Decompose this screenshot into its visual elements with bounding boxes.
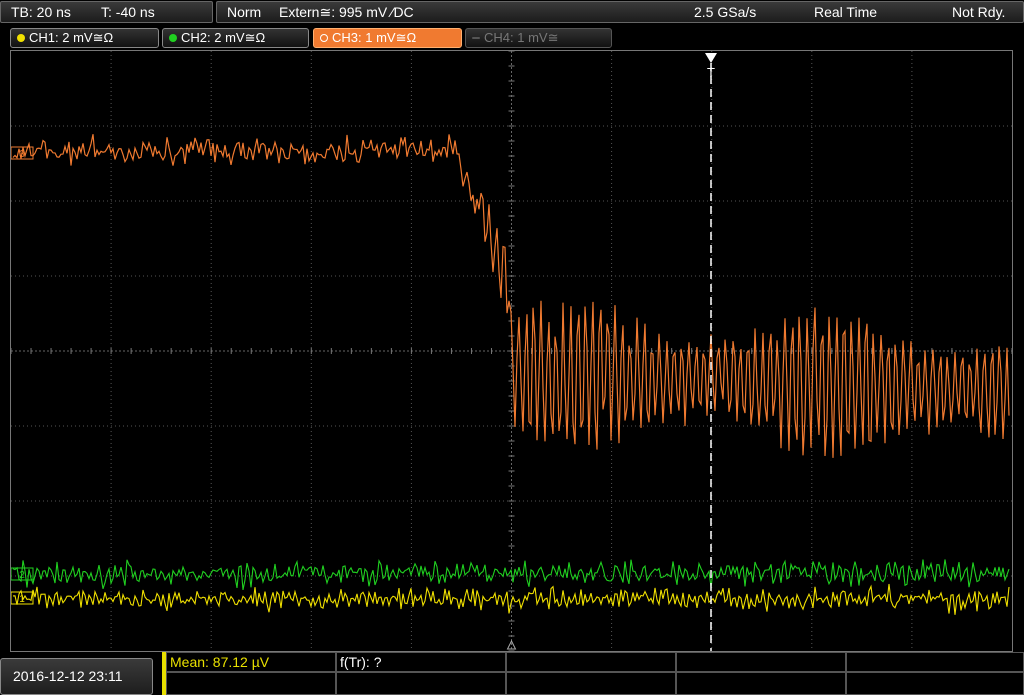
channel-3-label: CH3: 1 mV≅Ω: [332, 30, 417, 45]
graticule: [11, 51, 1012, 651]
date-time-display[interactable]: 2016-12-12 23:11: [0, 658, 153, 695]
measurement-cell-5[interactable]: [846, 652, 1024, 672]
channel-3-dot-icon: [320, 34, 328, 42]
ch1-level-marker-text: 1: [19, 594, 25, 605]
mean-cell[interactable]: Mean: 87.12 µV: [166, 652, 336, 672]
traces: [12, 134, 1010, 615]
measurement-cell-8[interactable]: [506, 672, 676, 695]
channel-1-dot-icon: [17, 34, 25, 42]
ftr-measurement: f(Tr): ?: [340, 654, 382, 670]
channel-1-label: CH1: 2 mV≅Ω: [29, 30, 114, 45]
measurement-cell-7[interactable]: [336, 672, 506, 695]
sample-rate: 2.5 GSa/s: [694, 4, 757, 20]
channel-2-label: CH2: 2 mV≅Ω: [181, 30, 266, 45]
channel-4-dot-icon: [472, 37, 480, 39]
status-bar: TB: 20 ns T: -40 ns Norm Extern≅: 995 mV…: [0, 0, 1024, 25]
timebase-value: TB: 20 ns: [11, 4, 71, 20]
trigger-source: Extern≅: 995 mV ⁄DC: [279, 4, 414, 20]
ch1-level-marker: 1: [11, 591, 34, 605]
bottom-bar: 2016-12-12 23:11 Mean: 87.12 µV f(Tr): ?: [0, 652, 1024, 695]
waveform-display[interactable]: T 3 2 1: [10, 50, 1013, 652]
channel-1-button[interactable]: CH1: 2 mV≅Ω: [10, 28, 159, 48]
trigger-position-arrow-icon: [705, 53, 717, 63]
trigger-acquisition-panel[interactable]: Norm Extern≅: 995 mV ⁄DC 2.5 GSa/s Real …: [216, 1, 1024, 23]
ch2-level-marker-text: 2: [19, 570, 25, 581]
timebase-panel[interactable]: TB: 20 ns T: -40 ns: [0, 1, 213, 23]
measurement-cell-3[interactable]: [506, 652, 676, 672]
measurement-cell-9[interactable]: [676, 672, 846, 695]
ftr-cell[interactable]: f(Tr): ?: [336, 652, 506, 672]
measurement-cell-6[interactable]: [166, 672, 336, 695]
channel-3-button[interactable]: CH3: 1 mV≅Ω: [313, 28, 462, 48]
channel-2-dot-icon: [169, 34, 177, 42]
measurement-panel[interactable]: Mean: 87.12 µV f(Tr): ?: [162, 652, 1024, 695]
waveform-plot: T 3 2 1: [11, 51, 1012, 651]
channel-4-label: CH4: 1 mV≅: [484, 30, 559, 45]
trigger-label: T: [707, 65, 715, 80]
trigger-offset-value: T: -40 ns: [101, 4, 155, 20]
channel-2-button[interactable]: CH2: 2 mV≅Ω: [162, 28, 309, 48]
mean-measurement: Mean: 87.12 µV: [170, 654, 270, 670]
acquisition-mode: Real Time: [814, 4, 878, 20]
measurement-cell-4[interactable]: [676, 652, 846, 672]
channel-bar: CH1: 2 mV≅Ω CH2: 2 mV≅Ω CH3: 1 mV≅Ω CH4:…: [0, 26, 1024, 50]
trigger-mode: Norm: [227, 4, 262, 20]
measurement-cell-10[interactable]: [846, 672, 1024, 695]
ch3-level-marker-text: 3: [19, 149, 25, 160]
acquisition-status: Not Rdy.: [952, 4, 1006, 20]
channel-4-button[interactable]: CH4: 1 mV≅: [465, 28, 612, 48]
